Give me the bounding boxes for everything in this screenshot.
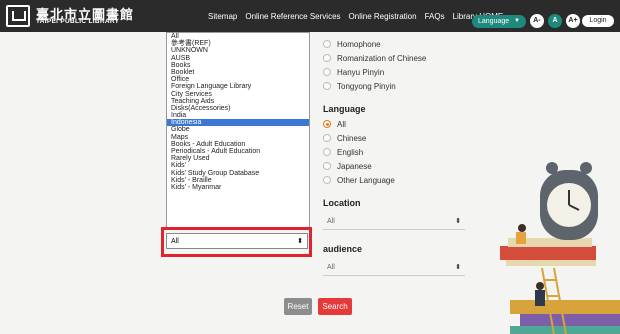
list-option[interactable]: Kids' [167, 162, 309, 169]
language-section-title: Language [323, 104, 366, 114]
list-option[interactable]: Kids' - Myanmar [167, 184, 309, 191]
top-nav: Sitemap Online Reference Services Online… [208, 0, 511, 32]
clock-icon [540, 162, 598, 240]
radio-circle-icon [323, 40, 331, 48]
radio-label: Japanese [337, 161, 372, 171]
font-increase-button[interactable]: A+ [566, 14, 580, 28]
list-option[interactable]: Kids' - Braille [167, 177, 309, 184]
radio-language-all[interactable]: All [323, 118, 346, 130]
collection-options-list[interactable]: All 參考書(REF) UNKNOWN AUSB Books Booklet Office… [166, 32, 310, 228]
list-option[interactable]: UNKNOWN [167, 47, 309, 54]
select-arrows-icon: ⬍ [455, 218, 461, 225]
site-header: 臺北市立圖書館 TAIPEI PUBLIC LIBRARY Sitemap On… [0, 0, 620, 32]
radio-circle-icon [323, 148, 331, 156]
radio-homophone[interactable]: Homophone [323, 38, 381, 50]
library-logo[interactable]: 臺北市立圖書館 TAIPEI PUBLIC LIBRARY [4, 3, 134, 29]
list-option[interactable]: AUSB [167, 55, 309, 62]
radio-tongyong-pinyin[interactable]: Tongyong Pinyin [323, 80, 396, 92]
list-option[interactable]: Globe [167, 126, 309, 133]
language-dropdown[interactable]: Language ▼ [472, 15, 526, 28]
radio-circle-icon [323, 82, 331, 90]
radio-circle-icon [323, 54, 331, 62]
list-option[interactable]: Foreign Language Library [167, 83, 309, 90]
reader-figure-icon [516, 224, 526, 244]
radio-circle-icon [323, 162, 331, 170]
font-decrease-button[interactable]: A- [530, 14, 544, 28]
radio-language-other[interactable]: Other Language [323, 174, 395, 186]
nav-faqs[interactable]: FAQs [425, 12, 445, 21]
list-option[interactable]: India [167, 112, 309, 119]
list-option[interactable]: Disks(Accessories) [167, 105, 309, 112]
chevron-down-icon: ▼ [514, 18, 520, 24]
search-button[interactable]: Search [318, 298, 352, 315]
radio-language-chinese[interactable]: Chinese [323, 132, 366, 144]
radio-hanyu-pinyin[interactable]: Hanyu Pinyin [323, 66, 384, 78]
radio-label: Other Language [337, 175, 395, 185]
list-option[interactable]: Booklet [167, 69, 309, 76]
nav-sitemap[interactable]: Sitemap [208, 12, 237, 21]
radio-checked-icon [323, 120, 331, 128]
reset-button[interactable]: Reset [284, 298, 312, 315]
radio-circle-icon [323, 176, 331, 184]
book-icon [510, 300, 620, 314]
audience-section-title: audience [323, 244, 363, 254]
radio-language-english[interactable]: English [323, 146, 363, 158]
language-dropdown-label: Language [478, 18, 510, 25]
book-icon [520, 314, 620, 326]
location-section-title: Location [323, 198, 361, 208]
list-option[interactable]: Books [167, 62, 309, 69]
radio-label: Homophone [337, 39, 381, 49]
list-option[interactable]: Teaching Aids [167, 98, 309, 105]
list-option[interactable]: Rarely Used [167, 155, 309, 162]
book-icon [500, 246, 596, 260]
list-option[interactable]: Periodicals - Adult Education [167, 148, 309, 155]
logo-english-text: TAIPEI PUBLIC LIBRARY [36, 18, 120, 25]
audience-select-value: All [327, 264, 335, 271]
list-option[interactable]: Books - Adult Education [167, 141, 309, 148]
select-arrows-icon: ⬍ [297, 238, 303, 245]
location-select-value: All [327, 218, 335, 225]
radio-label: All [337, 119, 346, 129]
list-option[interactable]: Indonesia [167, 119, 309, 127]
radio-label: English [337, 147, 364, 157]
nav-online-registration[interactable]: Online Registration [349, 12, 417, 21]
collection-select[interactable]: All ⬍ [166, 233, 308, 249]
radio-label: Chinese [337, 133, 367, 143]
radio-label: Hanyu Pinyin [337, 67, 385, 77]
list-option[interactable]: City Services [167, 91, 309, 98]
list-option[interactable]: 參考書(REF) [167, 40, 309, 47]
radio-label: Tongyong Pinyin [337, 81, 396, 91]
radio-circle-icon [323, 134, 331, 142]
list-option[interactable]: Maps [167, 134, 309, 141]
library-logo-icon [6, 5, 30, 27]
font-normal-button[interactable]: A [548, 14, 562, 28]
nav-online-reference[interactable]: Online Reference Services [245, 12, 340, 21]
login-button[interactable]: Login [582, 15, 614, 27]
location-select[interactable]: All ⬍ [323, 214, 465, 230]
collection-select-value: All [171, 238, 179, 245]
radio-romanization[interactable]: Romanization of Chinese [323, 52, 426, 64]
select-arrows-icon: ⬍ [455, 264, 461, 271]
audience-select[interactable]: All ⬍ [323, 260, 465, 276]
list-option[interactable]: Office [167, 76, 309, 83]
list-option[interactable]: Kids' Study Group Database [167, 170, 309, 177]
radio-language-japanese[interactable]: Japanese [323, 160, 372, 172]
book-icon [506, 260, 596, 266]
climber-figure-icon [535, 282, 545, 306]
radio-circle-icon [323, 68, 331, 76]
radio-label: Romanization of Chinese [337, 53, 427, 63]
clock-books-illustration [500, 162, 620, 334]
